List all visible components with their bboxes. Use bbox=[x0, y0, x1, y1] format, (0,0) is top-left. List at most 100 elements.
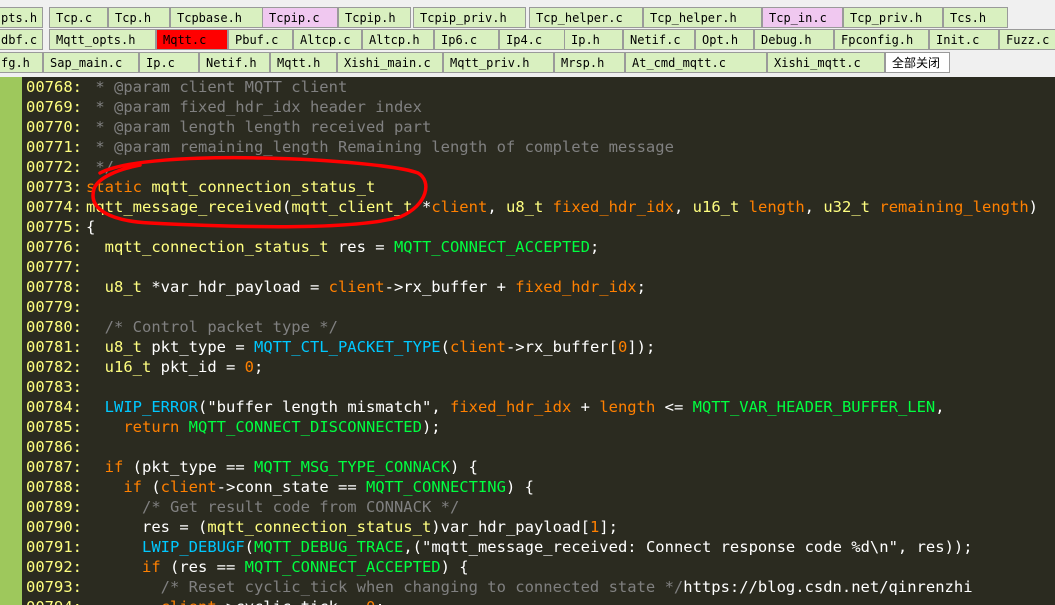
code-token-comment: */ bbox=[86, 158, 114, 176]
file-tab-netif-c[interactable]: Netif.c bbox=[623, 29, 695, 50]
file-tab-tcp-in-c[interactable]: Tcp_in.c bbox=[762, 7, 843, 28]
code-line[interactable]: 00773: static mqtt_connection_status_t bbox=[22, 177, 375, 197]
file-tab-at-cmd-mqtt-c[interactable]: At_cmd_mqtt.c bbox=[625, 52, 767, 73]
file-tab-fpconfig-h[interactable]: Fpconfig.h bbox=[834, 29, 929, 50]
file-tab-ip-c[interactable]: Ip.c bbox=[139, 52, 199, 73]
code-line[interactable]: 00776: mqtt_connection_status_t res = MQ… bbox=[22, 237, 599, 257]
code-line[interactable]: 00794: client->cyclic_tick = 0; bbox=[22, 597, 385, 605]
file-tab-altcp-c[interactable]: Altcp.c bbox=[293, 29, 362, 50]
code-token-keyword: if bbox=[142, 558, 161, 576]
file-tab-ip4-c[interactable]: Ip4.c bbox=[499, 29, 565, 50]
code-line[interactable]: 00784: LWIP_ERROR("buffer length mismatc… bbox=[22, 397, 945, 417]
line-number: 00783: bbox=[26, 378, 82, 396]
code-area[interactable]: 00768: * @param client MQTT client 00769:… bbox=[22, 77, 1055, 605]
code-line[interactable]: 00770: * @param length length received p… bbox=[22, 117, 431, 137]
code-line[interactable]: 00772: */ bbox=[22, 157, 114, 177]
file-tab-debug-h[interactable]: Debug.h bbox=[754, 29, 834, 50]
code-line[interactable]: 00781: u8_t pkt_type = MQTT_CTL_PACKET_T… bbox=[22, 337, 655, 357]
code-token-type: u16_t bbox=[692, 198, 740, 216]
file-tab-tcp-c[interactable]: Tcp.c bbox=[49, 7, 108, 28]
line-number: 00788: bbox=[26, 478, 82, 496]
code-line[interactable]: 00778: u8_t *var_hdr_payload = client->r… bbox=[22, 277, 646, 297]
file-tab-pts-h[interactable]: pts.h bbox=[0, 7, 43, 28]
code-token-plain: *var_hdr_payload = bbox=[142, 278, 329, 296]
file-tab-tcpip-priv-h[interactable]: Tcpip_priv.h bbox=[413, 7, 526, 28]
code-token-plain: ( bbox=[281, 198, 292, 216]
code-line[interactable]: 00782: u16_t pkt_id = 0; bbox=[22, 357, 263, 377]
line-number: 00778: bbox=[26, 278, 82, 296]
code-token-type: u8_t bbox=[505, 198, 544, 216]
code-line[interactable]: 00771: * @param remaining_length Remaini… bbox=[22, 137, 674, 157]
file-tab-fg-h[interactable]: fg.h bbox=[0, 52, 43, 73]
code-line[interactable]: 00786: bbox=[22, 437, 86, 457]
code-token-plain: ]); bbox=[627, 338, 656, 356]
code-line[interactable]: 00788: if (client->conn_state == MQTT_CO… bbox=[22, 477, 534, 497]
file-tab-fuzz-c[interactable]: Fuzz.c bbox=[999, 29, 1055, 50]
file-tab--[interactable]: 全部关闭 bbox=[885, 52, 950, 73]
line-number: 00780: bbox=[26, 318, 82, 336]
code-line[interactable]: 00780: /* Control packet type */ bbox=[22, 317, 338, 337]
code-editor[interactable]: 00768: * @param client MQTT client 00769:… bbox=[0, 77, 1055, 605]
line-number: 00769: bbox=[26, 98, 82, 116]
file-tab-xishi-mqtt-c[interactable]: Xishi_mqtt.c bbox=[767, 52, 885, 73]
file-tab-tcpip-h[interactable]: Tcpip.h bbox=[338, 7, 411, 28]
file-tab-tcs-h[interactable]: Tcs.h bbox=[943, 7, 1008, 28]
code-token-keyword: if bbox=[104, 458, 124, 476]
file-tab-mqtt-c[interactable]: Mqtt.c bbox=[156, 29, 228, 50]
file-tab-tcp-helper-c[interactable]: Tcp_helper.c bbox=[529, 7, 643, 28]
file-tab-ip-h[interactable]: Ip.h bbox=[564, 29, 623, 50]
file-tab-init-c[interactable]: Init.c bbox=[929, 29, 999, 50]
file-tab-sap-main-c[interactable]: Sap_main.c bbox=[43, 52, 139, 73]
file-tab-netif-h[interactable]: Netif.h bbox=[199, 52, 270, 73]
file-tab-pbuf-c[interactable]: Pbuf.c bbox=[228, 29, 293, 50]
line-number: 00794: bbox=[22, 597, 86, 605]
line-number: 00792: bbox=[26, 558, 82, 576]
file-tab-xishi-main-c[interactable]: Xishi_main.c bbox=[337, 52, 443, 73]
file-tab-altcp-h[interactable]: Altcp.h bbox=[362, 29, 434, 50]
line-number: 00786: bbox=[26, 438, 82, 456]
code-line[interactable]: 00769: * @param fixed_hdr_idx header ind… bbox=[22, 97, 422, 117]
file-tab-ip6-c[interactable]: Ip6.c bbox=[434, 29, 499, 50]
file-tab-mqtt-opts-h[interactable]: Mqtt_opts.h bbox=[49, 29, 156, 50]
file-tab-mqtt-h[interactable]: Mqtt.h bbox=[270, 52, 337, 73]
code-line[interactable]: 00787: if (pkt_type == MQTT_MSG_TYPE_CON… bbox=[22, 457, 478, 477]
code-line[interactable]: 00775:{ bbox=[22, 217, 95, 237]
code-token-type: u32_t bbox=[823, 198, 871, 216]
file-tab-mqtt-priv-h[interactable]: Mqtt_priv.h bbox=[443, 52, 554, 73]
code-line[interactable]: 00779: bbox=[22, 297, 86, 317]
code-token-type: u16_t bbox=[104, 358, 152, 376]
code-line[interactable]: 00790: res = (mqtt_connection_status_t)v… bbox=[22, 517, 618, 537]
code-token-macro: MQTT_CONNECTING bbox=[365, 478, 506, 496]
file-tab-dbf-c[interactable]: dbf.c bbox=[0, 29, 43, 50]
code-token-plain: ->rx_buffer[ bbox=[505, 338, 618, 356]
code-line[interactable]: 00768: * @param client MQTT client bbox=[22, 77, 347, 97]
code-line[interactable]: 00774: mqtt_message_received(mqtt_client_… bbox=[22, 197, 1038, 217]
code-line[interactable]: 00777: bbox=[22, 257, 86, 277]
code-line[interactable]: 00792: if (res == MQTT_CONNECT_ACCEPTED)… bbox=[22, 557, 469, 577]
file-tab-bar: pts.h Tcp.c Tcp.h Tcpbase.h Tcpip.c Tcpip.h Tc… bbox=[0, 0, 1055, 77]
file-tab-mrsp-h[interactable]: Mrsp.h bbox=[554, 52, 625, 73]
code-line[interactable]: 00791: LWIP_DEBUGF(MQTT_DEBUG_TRACE,("mq… bbox=[22, 537, 973, 557]
code-token-macro: MQTT_CONNECT_ACCEPTED bbox=[393, 238, 590, 256]
code-token-param: client bbox=[431, 198, 488, 216]
code-line[interactable]: 00783: bbox=[22, 377, 86, 397]
code-line[interactable]: 00789: /* Get result code from CONNACK *… bbox=[22, 497, 459, 517]
code-token-param: client bbox=[160, 478, 217, 496]
file-tab-tcp-h[interactable]: Tcp.h bbox=[108, 7, 170, 28]
file-tab-tcpip-c[interactable]: Tcpip.c bbox=[262, 7, 338, 28]
code-token-param: client bbox=[161, 598, 217, 605]
file-tab-opt-h[interactable]: Opt.h bbox=[695, 29, 754, 50]
file-tab-tcp-priv-h[interactable]: Tcp_priv.h bbox=[843, 7, 943, 28]
code-line[interactable]: 00793: /* Reset cyclic_tick when changin… bbox=[22, 577, 973, 597]
code-token-param: remaining_length bbox=[879, 198, 1029, 216]
line-number: 00777: bbox=[26, 258, 82, 276]
code-token-plain: (pkt_type == bbox=[123, 458, 254, 476]
code-token-plain: pkt_type = bbox=[142, 338, 254, 356]
file-tab-tcp-helper-h[interactable]: Tcp_helper.h bbox=[643, 7, 762, 28]
code-line[interactable]: 00785: return MQTT_CONNECT_DISCONNECTED)… bbox=[22, 417, 441, 437]
